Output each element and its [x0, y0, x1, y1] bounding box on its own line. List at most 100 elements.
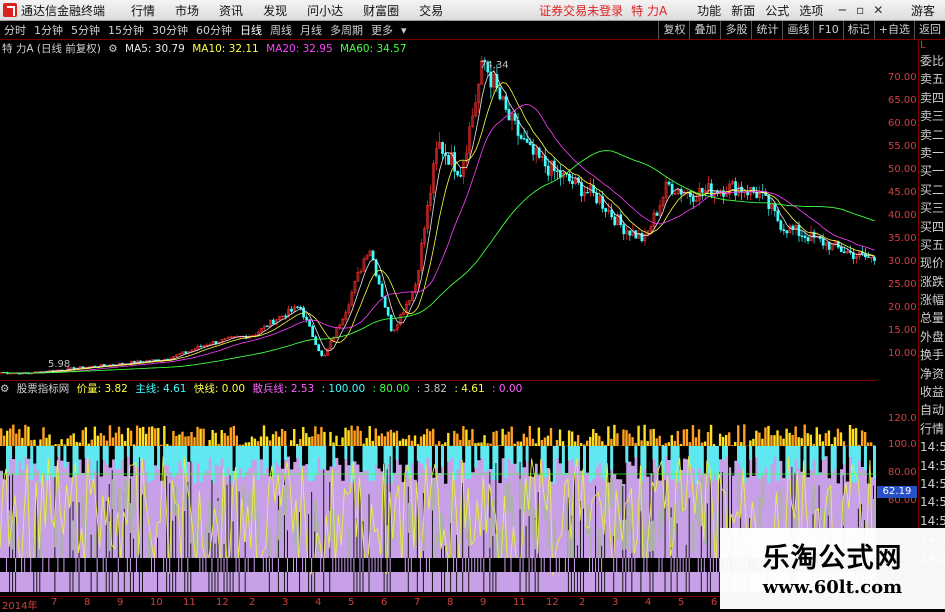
indicator-spike-bar — [713, 444, 715, 446]
more-dropdown-icon[interactable]: ▾ — [401, 24, 407, 37]
candle-body — [532, 145, 534, 155]
period-15min[interactable]: 15分钟 — [108, 22, 144, 38]
indicator-grey-block — [284, 485, 287, 515]
indicator-bottom-tick — [118, 558, 119, 572]
side-panel-item[interactable]: 卖三 — [919, 107, 945, 125]
login-warning[interactable]: 证券交易未登录 — [539, 2, 623, 19]
mark-button[interactable]: 标记 — [843, 21, 874, 39]
period-multi[interactable]: 多周期 — [330, 22, 363, 38]
indicator-cyan-bar — [154, 446, 157, 465]
period-fenshi[interactable]: 分时 — [4, 22, 26, 38]
indicator-spike-bar — [662, 445, 664, 446]
indicator-spike-bar — [610, 439, 612, 446]
indicator-spike-bar — [381, 433, 383, 446]
indicator-cyan-bar — [85, 446, 88, 458]
settings-icon[interactable]: ⚙ — [108, 43, 117, 55]
side-panel-item[interactable]: 外盘 — [919, 328, 945, 346]
candle-body — [215, 341, 217, 343]
indicator-bottom-tick — [429, 558, 430, 572]
side-panel-item[interactable]: 收益 — [919, 383, 945, 401]
menu-zixun[interactable]: 资讯 — [219, 2, 243, 19]
indicator-cyan-bar — [858, 446, 861, 461]
indicator-cyan-bar — [317, 446, 320, 458]
menu-gongneng[interactable]: 功能 — [697, 2, 721, 19]
period-60min[interactable]: 60分钟 — [196, 22, 232, 38]
side-panel-item[interactable]: L — [919, 40, 945, 52]
period-more[interactable]: 更多 — [371, 22, 393, 38]
side-panel-item[interactable]: 涨幅 — [919, 291, 945, 309]
indicator-bottom-tick — [338, 558, 339, 572]
indicator-grey-block — [520, 479, 523, 509]
side-panel-item[interactable]: 换手 — [919, 346, 945, 364]
side-panel-item[interactable]: 卖一 — [919, 144, 945, 162]
side-panel-item[interactable]: 涨跌 — [919, 273, 945, 291]
menu-hangqing[interactable]: 行情 — [131, 2, 155, 19]
overlay-button[interactable]: 叠加 — [689, 21, 720, 39]
f10-button[interactable]: F10 — [813, 21, 842, 39]
side-panel-item[interactable]: 总量 — [919, 309, 945, 327]
indicator-spike-bar — [429, 431, 431, 446]
period-daily[interactable]: 日线 — [240, 22, 262, 38]
fuquan-button[interactable]: 复权 — [658, 21, 689, 39]
indicator-spike-bar — [239, 445, 241, 446]
side-panel-item[interactable]: 买四 — [919, 218, 945, 236]
side-panel-item[interactable]: 卖四 — [919, 89, 945, 107]
menu-wenxiaoda[interactable]: 问小达 — [307, 2, 343, 19]
indicator-spike-bar — [97, 436, 99, 446]
menu-caifuquan[interactable]: 财富圈 — [363, 2, 399, 19]
indicator-cyan-bar — [187, 446, 190, 462]
title-bar: 通达信金融终端 行情 市场 资讯 发现 问小达 财富圈 交易 证券交易未登录 特… — [0, 0, 945, 21]
period-weekly[interactable]: 周线 — [270, 22, 292, 38]
multi-stock-button[interactable]: 多股 — [720, 21, 751, 39]
indicator-spike-bar — [94, 427, 96, 446]
close-icon[interactable]: ✕ — [869, 3, 887, 17]
indicator-bottom-tick — [529, 558, 530, 572]
side-panel-item[interactable]: 卖五 — [919, 70, 945, 88]
price-chart[interactable]: 74.34 5.98 — [0, 56, 876, 378]
stats-button[interactable]: 统计 — [751, 21, 782, 39]
side-panel-item[interactable]: 买五 — [919, 236, 945, 254]
menu-jiaoyi[interactable]: 交易 — [419, 2, 443, 19]
side-panel-item[interactable]: 买一 — [919, 162, 945, 180]
restore-icon[interactable]: ▫ — [851, 3, 869, 17]
side-panel-item[interactable]: 现价 — [919, 254, 945, 272]
period-monthly[interactable]: 月线 — [300, 22, 322, 38]
ma20-value: MA20: 32.95 — [266, 43, 333, 55]
indicator-spike-bar — [184, 436, 186, 446]
draw-line-button[interactable]: 画线 — [782, 21, 813, 39]
indicator-bottom-tick — [311, 558, 312, 572]
indicator-spike-bar — [30, 440, 32, 446]
side-panel-item[interactable]: 净资 — [919, 365, 945, 383]
menu-shichang[interactable]: 市场 — [175, 2, 199, 19]
back-button[interactable]: 返回 — [914, 21, 945, 39]
indicator-bottom-tick — [556, 558, 557, 572]
indicator-spike-bar — [66, 438, 68, 446]
menu-gongshi[interactable]: 公式 — [765, 2, 789, 19]
indicator-spike-bar — [3, 436, 5, 446]
candle-body — [623, 225, 625, 234]
indicator-bottom-tick — [178, 558, 179, 572]
indicator-spike-bar — [193, 437, 195, 446]
indicator-bottom-tick — [151, 558, 152, 572]
indicator-name[interactable]: 股票指标网 — [17, 383, 70, 395]
minimize-icon[interactable]: ─ — [833, 3, 851, 17]
indicator-dark-stripe — [187, 482, 188, 592]
period-1min[interactable]: 1分钟 — [34, 22, 63, 38]
indicator-bottom-tick — [359, 558, 360, 572]
menu-faxian[interactable]: 发现 — [263, 2, 287, 19]
guest-label[interactable]: 游客 — [911, 2, 935, 19]
side-panel-item[interactable]: 买二 — [919, 181, 945, 199]
add-watchlist-button[interactable]: +自选 — [874, 21, 914, 39]
menu-banmian[interactable]: 新面 — [731, 2, 755, 19]
side-panel-item[interactable]: 买三 — [919, 199, 945, 217]
indicator-spike-bar — [308, 437, 310, 446]
period-30min[interactable]: 30分钟 — [152, 22, 188, 38]
side-panel-item[interactable]: 委比 — [919, 52, 945, 70]
menu-xuanxiang[interactable]: 选项 — [799, 2, 823, 19]
indicator-cyan-bar — [655, 446, 658, 467]
side-panel-item[interactable]: 卖二 — [919, 126, 945, 144]
period-5min[interactable]: 5分钟 — [71, 22, 100, 38]
indicator-cyan-bar — [770, 446, 773, 464]
indicator-cyan-bar — [501, 446, 504, 458]
indicator-settings-icon[interactable]: ⚙ — [0, 383, 9, 395]
